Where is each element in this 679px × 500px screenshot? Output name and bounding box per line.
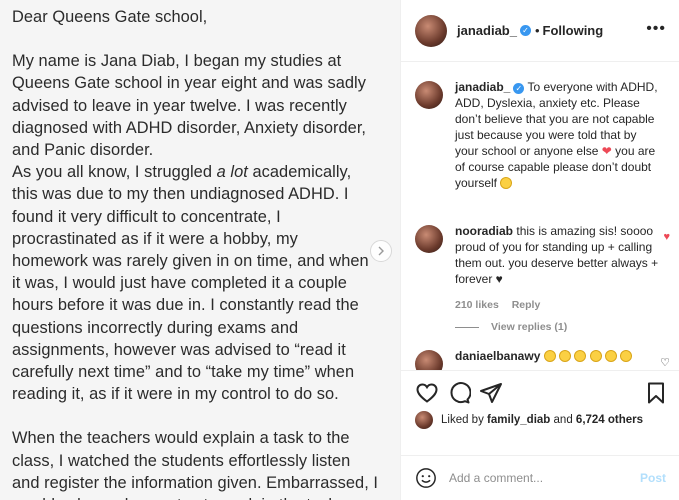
caption-username[interactable]: janadiab_ (455, 80, 510, 94)
comment-body: nooradiab this is amazing sis! soooo pro… (455, 223, 660, 313)
letter-paragraph-2-italic: a lot (216, 163, 248, 182)
letter-paragraph-2-start: As you all know, I struggled (12, 163, 217, 182)
comment-body: daniaelbanawy (455, 348, 660, 370)
replies-divider (455, 326, 479, 328)
clap-emoji-icon (574, 350, 587, 362)
avatar[interactable] (415, 411, 433, 429)
header-username[interactable]: janadiab_ (457, 23, 517, 38)
chevron-right-icon (378, 246, 384, 256)
carousel-next-button[interactable] (370, 240, 392, 262)
comment-likes[interactable]: 210 likes (455, 299, 499, 311)
heart-emoji: ❤ (601, 144, 612, 158)
grimace-emoji-icon (500, 177, 513, 189)
liked-by: Liked by family_diab and 6,724 others (401, 402, 679, 438)
comment-item: nooradiab this is amazing sis! soooo pro… (415, 223, 670, 313)
emoji-smile-icon[interactable] (415, 467, 437, 489)
add-comment-bar: Post (401, 455, 679, 500)
clap-emoji-icon (543, 350, 556, 362)
following-button[interactable]: Following (543, 23, 604, 38)
caption: janadiab_ ✓ To everyone with ADHD, ADD, D… (415, 79, 670, 191)
comment-like-heart-icon[interactable]: ♥ (663, 231, 670, 243)
view-replies-label[interactable]: View replies (1) (491, 321, 567, 333)
liked-by-prefix: Liked by (441, 414, 484, 426)
clap-emoji-icon (620, 350, 633, 362)
comment-username[interactable]: nooradiab (455, 224, 513, 238)
separator-dot: • (534, 23, 540, 38)
letter-paragraph-3: When the teachers would explain a task t… (12, 429, 379, 500)
verified-icon: ✓ (513, 83, 525, 94)
view-replies-button[interactable]: View replies (1) (455, 321, 567, 333)
letter-text: Dear Queens Gate school, My name is Jana… (12, 6, 392, 500)
avatar[interactable] (415, 14, 447, 47)
comment-like-heart-icon[interactable]: ♡ (660, 356, 670, 369)
post-header: janadiab_ ✓ • Following ••• (401, 0, 679, 62)
liked-by-user[interactable]: family_diab (487, 414, 550, 426)
letter-paragraph-1: My name is Jana Diab, I began my studies… (12, 52, 367, 160)
avatar[interactable] (415, 81, 443, 109)
liked-by-middle: and (553, 414, 573, 426)
comment-username[interactable]: daniaelbanawy (455, 349, 540, 363)
verified-icon: ✓ (519, 25, 531, 36)
post-button[interactable]: Post (640, 471, 666, 485)
post-image[interactable]: Dear Queens Gate school, My name is Jana… (0, 0, 400, 500)
comments-list[interactable]: janadiab_ ✓ To everyone with ADHD, ADD, D… (401, 63, 679, 370)
comment-input[interactable] (449, 471, 639, 485)
letter-salutation: Dear Queens Gate school, (12, 8, 208, 26)
avatar[interactable] (415, 350, 443, 370)
post-side-panel: janadiab_ ✓ • Following ••• janadiab_ ✓ T… (400, 0, 679, 500)
comment-item: daniaelbanawy ♡ (415, 348, 670, 370)
avatar[interactable] (415, 225, 443, 253)
more-options-icon[interactable]: ••• (646, 20, 666, 38)
clap-emoji-icon (605, 350, 618, 362)
liked-by-count[interactable]: 6,724 others (576, 414, 643, 426)
reply-button[interactable]: Reply (512, 299, 541, 311)
letter-paragraph-2: As you all know, I struggled a lot acade… (12, 161, 392, 405)
letter-paragraph-2-rest: academically, this was due to my then un… (12, 163, 369, 404)
clap-emoji-icon (559, 350, 572, 362)
clap-emoji-icon (589, 350, 602, 362)
comment-meta: 210 likes Reply (455, 297, 660, 313)
caption-body: janadiab_ ✓ To everyone with ADHD, ADD, D… (455, 79, 660, 191)
